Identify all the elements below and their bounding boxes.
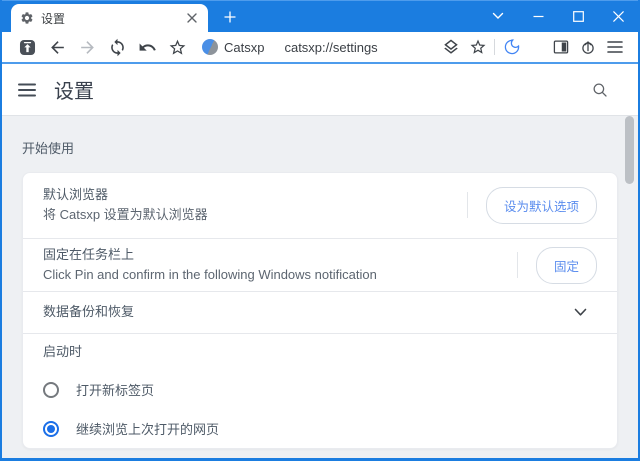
- default-browser-row: 默认浏览器 将 Catsxp 设置为默认浏览器 设为默认选项: [23, 173, 617, 238]
- pin-button[interactable]: 固定: [535, 246, 597, 284]
- catsxp-logo-icon: [202, 39, 218, 55]
- star-icon[interactable]: [162, 33, 192, 61]
- address-bar-url[interactable]: catsxp://settings: [284, 40, 437, 55]
- tab-title: 设置: [41, 11, 66, 26]
- update-icon[interactable]: [574, 33, 601, 61]
- new-tab-button[interactable]: [216, 3, 244, 31]
- data-backup-row[interactable]: 数据备份和恢复: [23, 292, 617, 333]
- startup-option-new-tab[interactable]: 打开新标签页: [23, 370, 617, 409]
- set-default-button[interactable]: 设为默认选项: [485, 186, 597, 224]
- radio-label: 打开新标签页: [76, 383, 155, 398]
- data-backup-text: 数据备份和恢复: [43, 302, 574, 322]
- toolbar-separator: [494, 39, 495, 55]
- startup-option-continue[interactable]: 继续浏览上次打开的网页: [23, 409, 617, 448]
- tab-close-icon[interactable]: [183, 9, 201, 27]
- section-label-on-startup: 启动时: [43, 344, 83, 359]
- gear-icon: [20, 11, 34, 25]
- row-separator: [516, 252, 518, 278]
- default-browser-text: 默认浏览器 将 Catsxp 设置为默认浏览器: [43, 185, 457, 225]
- radio-button[interactable]: [43, 381, 59, 398]
- back-icon[interactable]: [42, 33, 72, 61]
- radio-label: 继续浏览上次打开的网页: [76, 422, 220, 437]
- chevron-down-icon[interactable]: [574, 308, 587, 317]
- menu-icon[interactable]: [601, 33, 628, 61]
- layers-icon[interactable]: [437, 33, 464, 61]
- site-label: Catsxp: [224, 39, 265, 55]
- settings-card: 默认浏览器 将 Catsxp 设置为默认浏览器 设为默认选项 固定在任务栏上 C…: [22, 172, 618, 449]
- minimize-icon[interactable]: [518, 0, 558, 32]
- tab-settings[interactable]: 设置: [11, 4, 208, 32]
- hamburger-menu-icon[interactable]: [18, 83, 36, 97]
- window-controls: [478, 0, 638, 32]
- page-title: 设置: [54, 81, 94, 103]
- row-subtitle: Click Pin and confirm in the following W…: [43, 267, 377, 282]
- refresh-icon[interactable]: [102, 33, 132, 61]
- night-mode-moon-icon[interactable]: [498, 33, 525, 61]
- radio-button[interactable]: [43, 420, 59, 437]
- scrollbar-thumb[interactable]: [625, 116, 634, 184]
- pin-taskbar-row: 固定在任务栏上 Click Pin and confirm in the fol…: [23, 239, 617, 291]
- boss-key-icon[interactable]: [12, 33, 42, 61]
- maximize-icon[interactable]: [558, 0, 598, 32]
- row-subtitle: 将 Catsxp 设置为默认浏览器: [43, 207, 208, 222]
- tab-strip: 设置: [2, 0, 638, 32]
- tab-search-chevron-down-icon[interactable]: [478, 0, 518, 32]
- forward-icon[interactable]: [72, 33, 102, 61]
- pin-taskbar-text: 固定在任务栏上 Click Pin and confirm in the fol…: [43, 245, 507, 285]
- row-title: 默认浏览器: [43, 187, 109, 202]
- search-icon[interactable]: [584, 74, 616, 106]
- undo-icon[interactable]: [132, 33, 162, 61]
- row-separator: [466, 192, 468, 218]
- bookmark-star-icon[interactable]: [464, 33, 491, 61]
- settings-header: 设置: [2, 64, 638, 116]
- side-panel-icon[interactable]: [547, 33, 574, 61]
- section-label-getting-started: 开始使用: [22, 141, 75, 156]
- close-icon[interactable]: [598, 0, 638, 32]
- row-title: 数据备份和恢复: [43, 304, 135, 319]
- browser-window: 设置 Catsxp catsxp://settings 设置 开始使用 默认浏览…: [0, 0, 640, 461]
- settings-content: 开始使用 默认浏览器 将 Catsxp 设置为默认浏览器 设为默认选项 固定在任…: [2, 116, 638, 458]
- row-title: 固定在任务栏上: [43, 247, 135, 262]
- browser-toolbar: Catsxp catsxp://settings: [2, 32, 638, 64]
